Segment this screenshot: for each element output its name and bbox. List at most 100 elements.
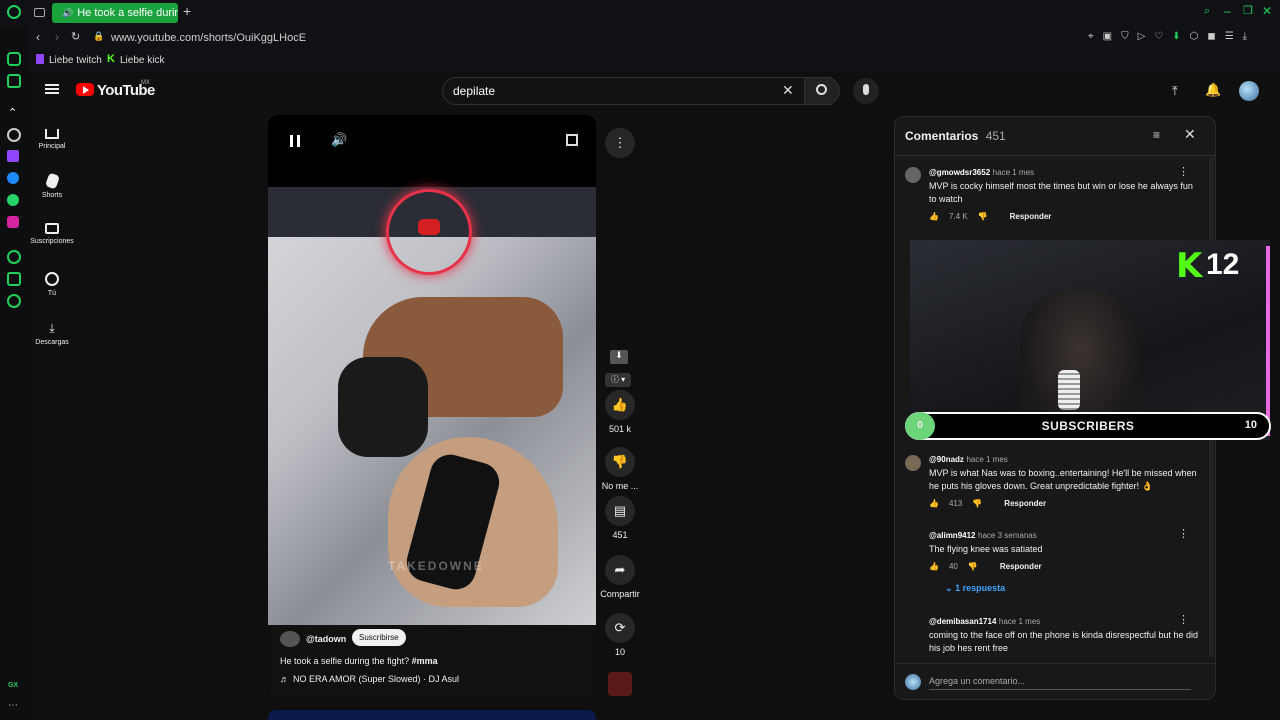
settings-icon[interactable] [7, 294, 21, 308]
nav-shorts[interactable]: Shorts [28, 172, 76, 199]
fullscreen-icon[interactable] [566, 134, 578, 146]
youtube-logo-icon[interactable] [76, 83, 94, 96]
avatar[interactable] [905, 167, 921, 183]
shield-icon[interactable]: ⛉ [1121, 31, 1129, 42]
channel-avatar[interactable] [280, 631, 300, 647]
heart-icon[interactable]: ♡ [1154, 31, 1163, 42]
tab-list-icon[interactable]: ☰ [1225, 31, 1234, 42]
sort-icon[interactable]: ≡ [1153, 128, 1160, 142]
search-input[interactable]: depilate [442, 77, 832, 105]
gx-icon[interactable]: GX [8, 682, 18, 689]
crypto-wallet-icon[interactable] [7, 74, 21, 88]
snapshot-icon[interactable]: ⌖ [1088, 31, 1094, 42]
dislike-icon[interactable]: 👎 [978, 212, 988, 221]
menu-icon[interactable] [45, 84, 59, 94]
new-tab-button[interactable]: + [183, 3, 191, 19]
forward-icon[interactable]: › [55, 30, 59, 44]
speaker-icon[interactable]: 🔊 [62, 8, 73, 19]
play-icon[interactable]: ▷ [1138, 31, 1146, 42]
instagram-icon[interactable] [7, 216, 19, 228]
nav-tu[interactable]: Tú [28, 272, 76, 297]
lock-icon[interactable]: 🔒 [93, 31, 104, 42]
dislike-icon[interactable]: 👎 [968, 562, 978, 571]
extensions-icon[interactable]: ⬡ [1190, 31, 1199, 42]
more-sidebar-icon[interactable]: ⋯ [8, 700, 18, 711]
profile-icon[interactable]: ◼ [1207, 31, 1215, 42]
sound-thumbnail[interactable] [608, 672, 632, 696]
bookmark-twitch[interactable]: Liebe twitch [49, 55, 102, 66]
nav-descargas[interactable]: ⤓ Descargas [28, 321, 76, 346]
comment-user[interactable]: @alimn9412 [929, 531, 976, 540]
download-arrow-icon[interactable]: ⬇ [610, 350, 628, 364]
crop-icon[interactable]: ▣ [1103, 31, 1112, 42]
volume-icon[interactable]: 🔊 [331, 132, 347, 148]
tab-active[interactable]: 🔊 He took a selfie during [52, 3, 178, 23]
comment-input[interactable]: Agrega un comentario... [929, 672, 1191, 690]
nav-label: Principal [38, 143, 66, 150]
restore-button[interactable]: ❐ [1243, 4, 1253, 17]
url-field[interactable]: www.youtube.com/shorts/OuiKggLHocE [111, 32, 306, 44]
comment-user[interactable]: @gmowdsr3652 [929, 168, 990, 177]
like-icon[interactable]: 👍 [929, 562, 939, 571]
music-line[interactable]: ♬ NO ERA AMOR (Super Slowed) · DJ Asul [280, 674, 459, 684]
next-short-peek[interactable] [268, 710, 596, 720]
video-frame[interactable]: TAKEDOWNE [268, 187, 596, 625]
reply-button[interactable]: Responder [1010, 212, 1052, 221]
reload-icon[interactable]: ↻ [71, 30, 80, 43]
remix-button[interactable]: ⟳ 10 [596, 613, 644, 657]
history-icon[interactable] [7, 250, 21, 264]
close-window-button[interactable]: ✕ [1262, 4, 1272, 18]
comment-menu-icon[interactable]: ⋮ [1178, 613, 1189, 626]
replies-toggle[interactable]: ⌄ 1 respuesta [945, 583, 1199, 594]
reply-button[interactable]: Responder [1000, 562, 1042, 571]
notifications-bell-icon[interactable]: 🔔 [1205, 82, 1221, 98]
messenger-icon[interactable] [7, 172, 19, 184]
comment-time: hace 1 mes [998, 617, 1041, 626]
comments-button[interactable]: ▤ 451 [596, 496, 644, 540]
more-options-button[interactable]: ⋮ [596, 128, 644, 162]
avatar [905, 674, 921, 690]
aria-icon[interactable] [7, 52, 21, 66]
back-icon[interactable]: ‹ [36, 30, 40, 44]
avatar[interactable] [905, 455, 921, 471]
pause-icon[interactable] [290, 135, 300, 147]
tab-menu-icon[interactable] [34, 8, 45, 17]
twitch-sidebar-icon[interactable] [7, 150, 19, 162]
search-tabs-icon[interactable]: ⌕ [1204, 5, 1210, 18]
opera-logo-icon[interactable] [7, 5, 21, 19]
info-dropdown-icon[interactable]: ⓘ ▾ [605, 373, 631, 387]
dislike-button[interactable]: 👎 No me ... [596, 447, 644, 491]
microphone [1058, 370, 1080, 410]
comment-menu-icon[interactable]: ⋮ [1178, 527, 1189, 540]
extensions-sidebar-icon[interactable] [7, 272, 21, 286]
downloads-icon[interactable]: ⤓ [1243, 31, 1247, 42]
search-button[interactable] [804, 77, 840, 105]
account-avatar[interactable] [1239, 81, 1259, 101]
download-ext-icon[interactable]: ⬇ [1172, 31, 1180, 42]
channel-name[interactable]: @tadown [306, 634, 346, 644]
bookmark-kick[interactable]: Liebe kick [120, 55, 164, 66]
shorts-player[interactable]: 🔊 TAKEDOWNE [268, 115, 596, 625]
close-comments-icon[interactable]: ✕ [1184, 126, 1196, 143]
like-button[interactable]: 👍 501 k [596, 390, 644, 434]
upload-icon[interactable]: ⤒ [1172, 83, 1178, 99]
dislike-icon[interactable]: 👎 [972, 499, 982, 508]
whatsapp-icon[interactable] [7, 194, 19, 206]
nav-principal[interactable]: Principal [28, 125, 76, 150]
clear-search-icon[interactable]: ✕ [782, 82, 794, 99]
minimize-button[interactable]: – [1224, 4, 1231, 18]
like-icon[interactable]: 👍 [929, 212, 939, 221]
chatgpt-icon[interactable] [7, 128, 21, 142]
comment-user[interactable]: @90nadz [929, 455, 964, 464]
reply-button[interactable]: Responder [1004, 499, 1046, 508]
arrow-icon[interactable]: ⌃ [8, 106, 17, 119]
nav-suscripciones[interactable]: Suscripciones [28, 223, 76, 245]
comment-menu-icon[interactable]: ⋮ [1178, 165, 1189, 178]
voice-search-button[interactable] [853, 78, 879, 104]
short-title[interactable]: He took a selfie during the fight? #mma [280, 656, 438, 666]
like-icon[interactable]: 👍 [929, 499, 939, 508]
subscribe-button[interactable]: Suscribirse [352, 629, 406, 646]
hashtag-link[interactable]: #mma [412, 656, 438, 666]
comment-user[interactable]: @demibasan1714 [929, 617, 996, 626]
share-button[interactable]: ➦ Compartir [596, 555, 644, 599]
